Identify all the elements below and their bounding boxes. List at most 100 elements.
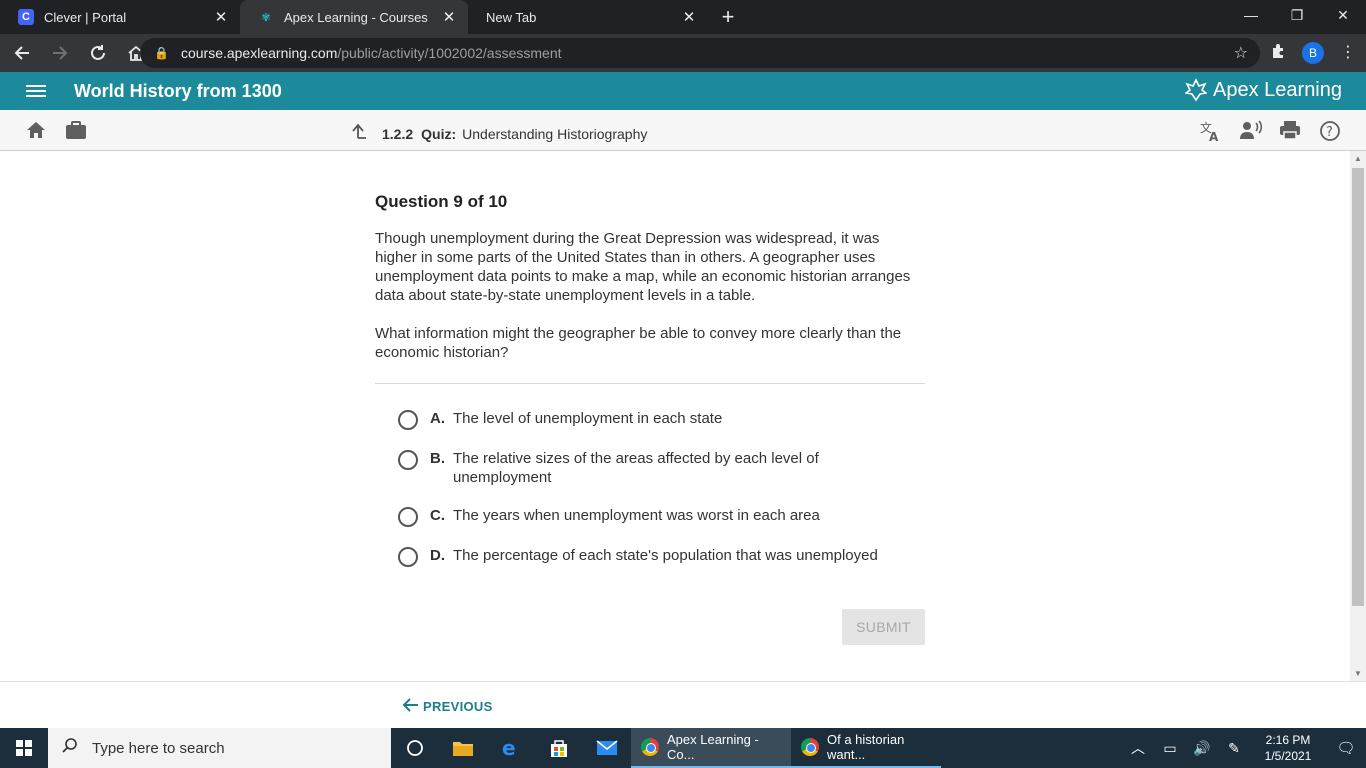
divider [375, 383, 925, 384]
search-placeholder: Type here to search [92, 739, 225, 757]
app-header: World History from 1300 Apex Learning [0, 72, 1366, 110]
brand-name: Apex Learning [1213, 78, 1342, 101]
browser-tab-strip: C Clever | Portal ✕ ✾ Apex Learning - Co… [0, 0, 1366, 34]
question-prompt: What information might the geographer be… [375, 325, 902, 361]
option-text: The percentage of each state's populatio… [453, 547, 878, 564]
print-icon[interactable] [1279, 120, 1301, 145]
address-bar[interactable]: 🔒 course.apexlearning.com/public/activit… [140, 38, 1260, 68]
chrome-icon [801, 738, 819, 756]
profile-avatar[interactable]: B [1302, 42, 1324, 64]
scroll-up-arrow-icon[interactable]: ▲ [1354, 154, 1362, 163]
submit-button[interactable]: SUBMIT [842, 609, 925, 645]
reload-icon[interactable] [82, 37, 114, 69]
back-arrow-icon[interactable] [6, 37, 38, 69]
extensions-puzzle-icon[interactable] [1270, 43, 1286, 64]
lock-icon[interactable]: 🔒 [154, 46, 169, 60]
restore-icon[interactable]: ❐ [1274, 0, 1320, 30]
notification-center-icon[interactable]: 🗨 [1326, 739, 1366, 757]
close-window-icon[interactable]: ✕ [1320, 0, 1366, 30]
previous-button[interactable]: PREVIOUS [402, 696, 493, 717]
url-path: /public/activity/1002002/assessment [337, 45, 562, 61]
option-text: The relative sizes of the areas affected… [453, 450, 819, 486]
scrollbar-thumb[interactable] [1352, 168, 1364, 606]
question-panel: Question 9 of 10 Though unemployment dur… [0, 151, 1350, 681]
close-tab-icon[interactable]: ✕ [680, 8, 698, 26]
taskbar-search-input[interactable]: Type here to search [48, 728, 391, 768]
system-tray: ︿ ▭ 🔊 ✎ 2:16 PM 1/5/2021 🗨 [1122, 728, 1366, 768]
answer-option-b[interactable]: B. The relative sizes of the areas affec… [398, 449, 938, 487]
close-tab-icon[interactable]: ✕ [440, 8, 458, 26]
menu-list-icon[interactable] [26, 85, 50, 97]
radio-button-a[interactable] [398, 410, 418, 430]
minimize-icon[interactable]: — [1228, 0, 1274, 30]
answer-option-c[interactable]: C. The years when unemployment was worst… [398, 506, 938, 527]
help-icon[interactable]: ? [1319, 120, 1341, 147]
browser-menu-icon[interactable]: ⋮ [1340, 42, 1356, 62]
svg-text:e: e [502, 738, 516, 758]
activity-toolbar: 1.2.2 Quiz: Understanding Historiography… [0, 110, 1366, 151]
microsoft-store-icon[interactable] [535, 728, 583, 768]
text-to-speech-icon[interactable] [1239, 120, 1263, 145]
taskbar-clock[interactable]: 2:16 PM 1/5/2021 [1250, 732, 1326, 764]
tab-title: New Tab [486, 9, 537, 25]
clever-favicon-icon: C [18, 9, 34, 25]
option-letter: C. [430, 507, 445, 524]
svg-text:A: A [1209, 130, 1219, 142]
forward-arrow-icon[interactable] [44, 37, 76, 69]
answer-options: A. The level of unemployment in each sta… [398, 409, 938, 586]
bookmark-star-icon[interactable]: ☆ [1234, 43, 1248, 63]
taskbar-app-title: Apex Learning - Co... [667, 732, 759, 762]
volume-icon[interactable]: 🔊 [1186, 740, 1218, 757]
new-tab-plus-icon[interactable]: + [714, 0, 742, 34]
browser-tab-clever[interactable]: C Clever | Portal ✕ [0, 0, 240, 34]
question-number: Question 9 of 10 [375, 192, 508, 211]
file-explorer-icon[interactable] [439, 728, 487, 768]
tab-title: Clever | Portal [44, 9, 127, 25]
taskbar-app-chrome-2[interactable]: Of a historian want... [791, 728, 941, 768]
lesson-number: 1.2.2 [382, 125, 414, 142]
radio-button-b[interactable] [398, 450, 418, 470]
arrow-left-icon [402, 696, 419, 717]
up-level-arrow-icon[interactable] [350, 122, 368, 145]
option-letter: A. [430, 410, 445, 427]
radio-button-c[interactable] [398, 507, 418, 527]
close-tab-icon[interactable]: ✕ [212, 8, 230, 26]
windows-start-icon[interactable] [0, 728, 48, 768]
radio-button-d[interactable] [398, 547, 418, 567]
scroll-down-arrow-icon[interactable]: ▼ [1354, 669, 1362, 678]
briefcase-icon[interactable] [65, 120, 87, 145]
breadcrumb: 1.2.2 Quiz: Understanding Historiography [350, 122, 647, 145]
taskbar-app-apex[interactable]: Apex Learning - Co... [631, 728, 791, 768]
home-icon[interactable] [26, 120, 46, 145]
window-controls: — ❐ ✕ [1228, 0, 1366, 30]
option-text: The level of unemployment in each state [453, 410, 723, 427]
taskbar-app-title: Of a historian want... [827, 732, 905, 762]
translate-icon[interactable]: 文A [1199, 120, 1221, 147]
svg-text:?: ? [1326, 125, 1333, 140]
clock-date: 1/5/2021 [1264, 749, 1312, 763]
browser-tab-newtab[interactable]: New Tab ✕ [468, 0, 708, 34]
browser-toolbar: 🔒 course.apexlearning.com/public/activit… [0, 34, 1366, 72]
battery-icon[interactable]: ▭ [1154, 740, 1186, 757]
cortana-circle-icon[interactable] [391, 728, 439, 768]
answer-option-d[interactable]: D. The percentage of each state's popula… [398, 546, 938, 567]
clock-time: 2:16 PM [1265, 733, 1311, 747]
browser-tab-apex[interactable]: ✾ Apex Learning - Courses ✕ [240, 0, 468, 34]
os-taskbar: Type here to search e Apex Learning - Co… [0, 728, 1366, 768]
option-letter: B. [430, 450, 445, 467]
tab-title: Apex Learning - Courses [284, 9, 428, 25]
brand-logo: Apex Learning [1185, 78, 1342, 102]
activity-title: Understanding Historiography [462, 125, 648, 142]
mail-icon[interactable] [583, 728, 631, 768]
course-title: World History from 1300 [74, 80, 282, 101]
answer-option-a[interactable]: A. The level of unemployment in each sta… [398, 409, 938, 430]
edge-browser-icon[interactable]: e [487, 728, 535, 768]
chevron-up-icon[interactable]: ︿ [1122, 738, 1154, 758]
pen-icon[interactable]: ✎ [1218, 740, 1250, 757]
option-text: The years when unemployment was worst in… [453, 507, 820, 524]
apex-logo-icon [1185, 78, 1208, 102]
page-scrollbar[interactable]: ▲ ▼ [1350, 151, 1366, 681]
apex-favicon-icon: ✾ [261, 11, 271, 24]
chrome-icon [641, 738, 659, 756]
url-host: course.apexlearning.com [180, 45, 338, 61]
